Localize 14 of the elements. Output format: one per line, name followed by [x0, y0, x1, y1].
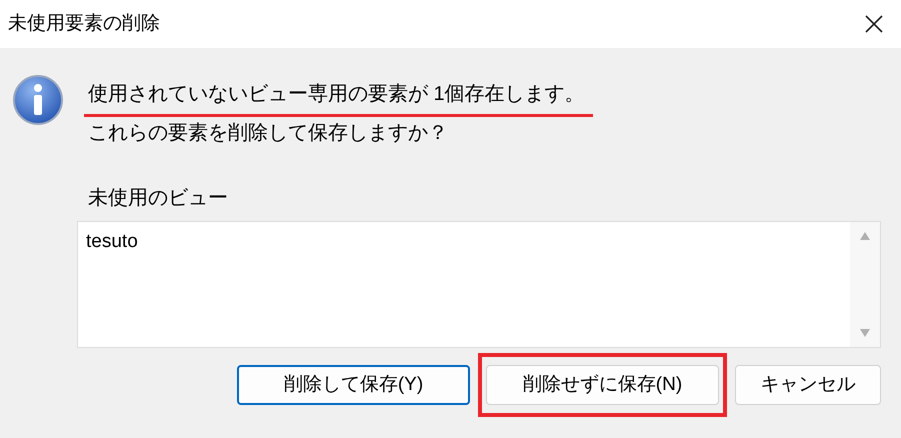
dialog-button[interactable]: 削除せずに保存(N) [486, 365, 719, 405]
scroll-up-icon [860, 232, 870, 240]
dialog-button[interactable]: キャンセル [735, 365, 881, 405]
message-text: これらの要素を削除して保存しますか？ [88, 121, 449, 146]
window-title: 未使用要素の削除 [8, 12, 160, 36]
scrollbar[interactable] [850, 222, 880, 347]
list-label: 未使用のビュー [88, 187, 228, 209]
unused-views-list[interactable]: tesuto [77, 221, 881, 348]
list-item[interactable]: tesuto [86, 228, 850, 256]
info-icon [12, 74, 64, 126]
dialog-button[interactable]: 削除して保存(Y) [237, 365, 470, 405]
scroll-down-icon [860, 329, 870, 337]
message-text: 使用されていないビュー専用の要素が 1個存在します。 [84, 78, 593, 117]
close-icon [865, 15, 883, 33]
